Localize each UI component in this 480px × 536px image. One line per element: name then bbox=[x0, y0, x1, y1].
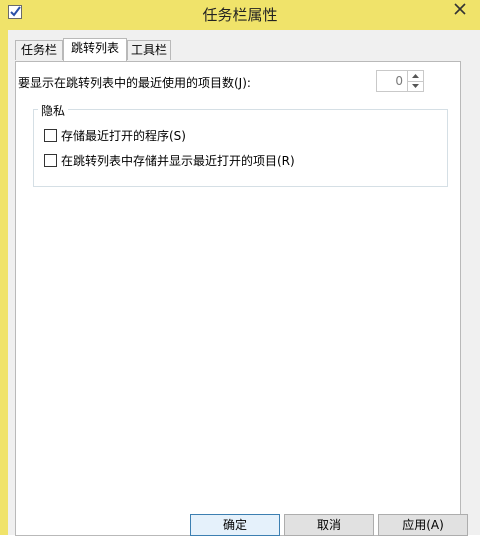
store-recent-programs-label: 存储最近打开的程序(S) bbox=[61, 128, 186, 143]
store-recent-programs-checkbox[interactable] bbox=[44, 128, 57, 142]
privacy-group-title: 隐私 bbox=[38, 102, 69, 119]
tab-taskbar[interactable]: 任务栏 bbox=[15, 40, 63, 60]
tab-jumplist[interactable]: 跳转列表 bbox=[63, 38, 127, 61]
cancel-button[interactable]: 取消 bbox=[284, 514, 374, 536]
store-recent-items-checkbox[interactable] bbox=[44, 153, 57, 167]
close-button[interactable] bbox=[440, 0, 480, 18]
store-recent-items-row[interactable]: 在跳转列表中存储并显示最近打开的项目(R) bbox=[44, 152, 295, 168]
triangle-up-icon bbox=[412, 74, 419, 78]
apply-button[interactable]: 应用(A) bbox=[378, 514, 468, 536]
dialog-client-area: 任务栏 跳转列表 工具栏 要显示在跳转列表中的最近使用的项目数(J): 0 隐私… bbox=[8, 30, 480, 536]
taskbar-properties-window: 任务栏属性 任务栏 跳转列表 工具栏 要显示在跳转列表中的最近使用的项目数(J)… bbox=[0, 0, 480, 536]
privacy-group-box bbox=[33, 109, 448, 187]
store-recent-items-label: 在跳转列表中存储并显示最近打开的项目(R) bbox=[61, 153, 295, 168]
title-bar[interactable]: 任务栏属性 bbox=[0, 0, 480, 30]
recent-count-value[interactable]: 0 bbox=[381, 73, 403, 89]
tab-toolbars[interactable]: 工具栏 bbox=[127, 40, 171, 60]
ok-button[interactable]: 确定 bbox=[190, 514, 280, 536]
recent-count-label: 要显示在跳转列表中的最近使用的项目数(J): bbox=[18, 76, 251, 90]
triangle-down-icon bbox=[412, 84, 419, 88]
store-recent-programs-row[interactable]: 存储最近打开的程序(S) bbox=[44, 127, 186, 143]
recent-count-spinner[interactable]: 0 bbox=[376, 70, 424, 92]
spinner-buttons bbox=[407, 71, 423, 91]
window-title: 任务栏属性 bbox=[202, 6, 278, 24]
spinner-down-button[interactable] bbox=[408, 81, 423, 91]
close-icon bbox=[454, 3, 466, 15]
